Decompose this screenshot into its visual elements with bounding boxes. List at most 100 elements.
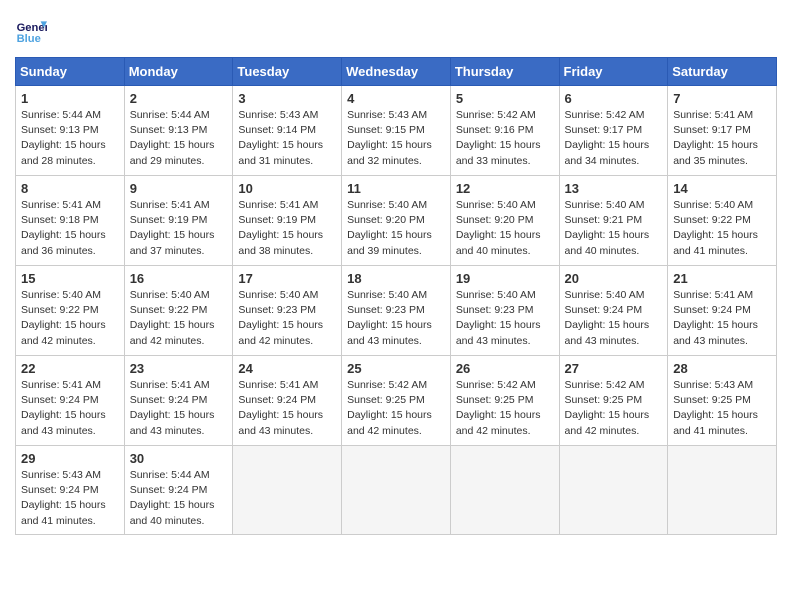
day-number: 29 — [21, 451, 119, 466]
calendar-cell: 14 Sunrise: 5:40 AMSunset: 9:22 PMDaylig… — [668, 176, 777, 266]
day-info: Sunrise: 5:41 AMSunset: 9:19 PMDaylight:… — [130, 198, 228, 259]
day-number: 11 — [347, 181, 445, 196]
calendar-cell: 26 Sunrise: 5:42 AMSunset: 9:25 PMDaylig… — [450, 356, 559, 446]
day-info: Sunrise: 5:40 AMSunset: 9:23 PMDaylight:… — [456, 288, 554, 349]
day-info: Sunrise: 5:41 AMSunset: 9:18 PMDaylight:… — [21, 198, 119, 259]
calendar-cell: 25 Sunrise: 5:42 AMSunset: 9:25 PMDaylig… — [342, 356, 451, 446]
calendar-table: SundayMondayTuesdayWednesdayThursdayFrid… — [15, 57, 777, 535]
calendar-cell: 20 Sunrise: 5:40 AMSunset: 9:24 PMDaylig… — [559, 266, 668, 356]
day-number: 13 — [565, 181, 663, 196]
calendar-cell: 18 Sunrise: 5:40 AMSunset: 9:23 PMDaylig… — [342, 266, 451, 356]
day-number: 12 — [456, 181, 554, 196]
calendar-cell: 28 Sunrise: 5:43 AMSunset: 9:25 PMDaylig… — [668, 356, 777, 446]
calendar-cell: 27 Sunrise: 5:42 AMSunset: 9:25 PMDaylig… — [559, 356, 668, 446]
day-number: 21 — [673, 271, 771, 286]
logo: General Blue — [15, 15, 47, 47]
day-header-saturday: Saturday — [668, 58, 777, 86]
day-number: 5 — [456, 91, 554, 106]
day-info: Sunrise: 5:43 AMSunset: 9:24 PMDaylight:… — [21, 468, 119, 529]
day-header-tuesday: Tuesday — [233, 58, 342, 86]
day-number: 24 — [238, 361, 336, 376]
calendar-cell: 4 Sunrise: 5:43 AMSunset: 9:15 PMDayligh… — [342, 86, 451, 176]
day-info: Sunrise: 5:40 AMSunset: 9:23 PMDaylight:… — [238, 288, 336, 349]
day-info: Sunrise: 5:41 AMSunset: 9:19 PMDaylight:… — [238, 198, 336, 259]
day-info: Sunrise: 5:44 AMSunset: 9:13 PMDaylight:… — [130, 108, 228, 169]
calendar-cell: 19 Sunrise: 5:40 AMSunset: 9:23 PMDaylig… — [450, 266, 559, 356]
day-info: Sunrise: 5:40 AMSunset: 9:24 PMDaylight:… — [565, 288, 663, 349]
day-info: Sunrise: 5:41 AMSunset: 9:24 PMDaylight:… — [21, 378, 119, 439]
day-info: Sunrise: 5:42 AMSunset: 9:17 PMDaylight:… — [565, 108, 663, 169]
day-header-friday: Friday — [559, 58, 668, 86]
day-number: 27 — [565, 361, 663, 376]
calendar-cell: 22 Sunrise: 5:41 AMSunset: 9:24 PMDaylig… — [16, 356, 125, 446]
day-info: Sunrise: 5:40 AMSunset: 9:22 PMDaylight:… — [130, 288, 228, 349]
calendar-week-1: 1 Sunrise: 5:44 AMSunset: 9:13 PMDayligh… — [16, 86, 777, 176]
calendar-cell: 12 Sunrise: 5:40 AMSunset: 9:20 PMDaylig… — [450, 176, 559, 266]
calendar-cell: 6 Sunrise: 5:42 AMSunset: 9:17 PMDayligh… — [559, 86, 668, 176]
day-info: Sunrise: 5:42 AMSunset: 9:25 PMDaylight:… — [347, 378, 445, 439]
calendar-cell: 1 Sunrise: 5:44 AMSunset: 9:13 PMDayligh… — [16, 86, 125, 176]
day-info: Sunrise: 5:43 AMSunset: 9:14 PMDaylight:… — [238, 108, 336, 169]
calendar-cell: 30 Sunrise: 5:44 AMSunset: 9:24 PMDaylig… — [124, 446, 233, 535]
day-number: 30 — [130, 451, 228, 466]
calendar-cell: 29 Sunrise: 5:43 AMSunset: 9:24 PMDaylig… — [16, 446, 125, 535]
day-number: 16 — [130, 271, 228, 286]
day-number: 18 — [347, 271, 445, 286]
calendar-cell: 7 Sunrise: 5:41 AMSunset: 9:17 PMDayligh… — [668, 86, 777, 176]
calendar-cell — [342, 446, 451, 535]
day-number: 1 — [21, 91, 119, 106]
calendar-cell: 3 Sunrise: 5:43 AMSunset: 9:14 PMDayligh… — [233, 86, 342, 176]
day-info: Sunrise: 5:44 AMSunset: 9:13 PMDaylight:… — [21, 108, 119, 169]
day-number: 6 — [565, 91, 663, 106]
calendar-cell — [233, 446, 342, 535]
calendar-week-5: 29 Sunrise: 5:43 AMSunset: 9:24 PMDaylig… — [16, 446, 777, 535]
calendar-cell: 11 Sunrise: 5:40 AMSunset: 9:20 PMDaylig… — [342, 176, 451, 266]
calendar-week-4: 22 Sunrise: 5:41 AMSunset: 9:24 PMDaylig… — [16, 356, 777, 446]
day-number: 3 — [238, 91, 336, 106]
day-info: Sunrise: 5:40 AMSunset: 9:20 PMDaylight:… — [456, 198, 554, 259]
day-info: Sunrise: 5:44 AMSunset: 9:24 PMDaylight:… — [130, 468, 228, 529]
calendar-cell — [450, 446, 559, 535]
calendar-cell: 16 Sunrise: 5:40 AMSunset: 9:22 PMDaylig… — [124, 266, 233, 356]
day-number: 22 — [21, 361, 119, 376]
calendar-cell: 17 Sunrise: 5:40 AMSunset: 9:23 PMDaylig… — [233, 266, 342, 356]
calendar-header-row: SundayMondayTuesdayWednesdayThursdayFrid… — [16, 58, 777, 86]
day-number: 4 — [347, 91, 445, 106]
calendar-cell: 15 Sunrise: 5:40 AMSunset: 9:22 PMDaylig… — [16, 266, 125, 356]
day-number: 17 — [238, 271, 336, 286]
svg-text:Blue: Blue — [17, 33, 41, 45]
calendar-cell: 21 Sunrise: 5:41 AMSunset: 9:24 PMDaylig… — [668, 266, 777, 356]
calendar-cell: 2 Sunrise: 5:44 AMSunset: 9:13 PMDayligh… — [124, 86, 233, 176]
day-info: Sunrise: 5:42 AMSunset: 9:25 PMDaylight:… — [456, 378, 554, 439]
day-info: Sunrise: 5:41 AMSunset: 9:17 PMDaylight:… — [673, 108, 771, 169]
day-info: Sunrise: 5:42 AMSunset: 9:16 PMDaylight:… — [456, 108, 554, 169]
day-info: Sunrise: 5:40 AMSunset: 9:22 PMDaylight:… — [673, 198, 771, 259]
day-header-monday: Monday — [124, 58, 233, 86]
day-number: 25 — [347, 361, 445, 376]
day-info: Sunrise: 5:41 AMSunset: 9:24 PMDaylight:… — [238, 378, 336, 439]
day-header-sunday: Sunday — [16, 58, 125, 86]
calendar-week-2: 8 Sunrise: 5:41 AMSunset: 9:18 PMDayligh… — [16, 176, 777, 266]
day-number: 19 — [456, 271, 554, 286]
calendar-cell — [559, 446, 668, 535]
day-info: Sunrise: 5:42 AMSunset: 9:25 PMDaylight:… — [565, 378, 663, 439]
calendar-cell: 13 Sunrise: 5:40 AMSunset: 9:21 PMDaylig… — [559, 176, 668, 266]
logo-icon: General Blue — [15, 15, 47, 47]
day-number: 10 — [238, 181, 336, 196]
day-number: 26 — [456, 361, 554, 376]
day-number: 23 — [130, 361, 228, 376]
calendar-cell: 10 Sunrise: 5:41 AMSunset: 9:19 PMDaylig… — [233, 176, 342, 266]
day-number: 20 — [565, 271, 663, 286]
day-header-thursday: Thursday — [450, 58, 559, 86]
day-info: Sunrise: 5:40 AMSunset: 9:22 PMDaylight:… — [21, 288, 119, 349]
day-info: Sunrise: 5:41 AMSunset: 9:24 PMDaylight:… — [130, 378, 228, 439]
day-number: 7 — [673, 91, 771, 106]
day-number: 14 — [673, 181, 771, 196]
day-info: Sunrise: 5:40 AMSunset: 9:21 PMDaylight:… — [565, 198, 663, 259]
day-number: 28 — [673, 361, 771, 376]
calendar-cell — [668, 446, 777, 535]
page-header: General Blue — [15, 15, 777, 47]
calendar-cell: 8 Sunrise: 5:41 AMSunset: 9:18 PMDayligh… — [16, 176, 125, 266]
day-header-wednesday: Wednesday — [342, 58, 451, 86]
day-number: 8 — [21, 181, 119, 196]
